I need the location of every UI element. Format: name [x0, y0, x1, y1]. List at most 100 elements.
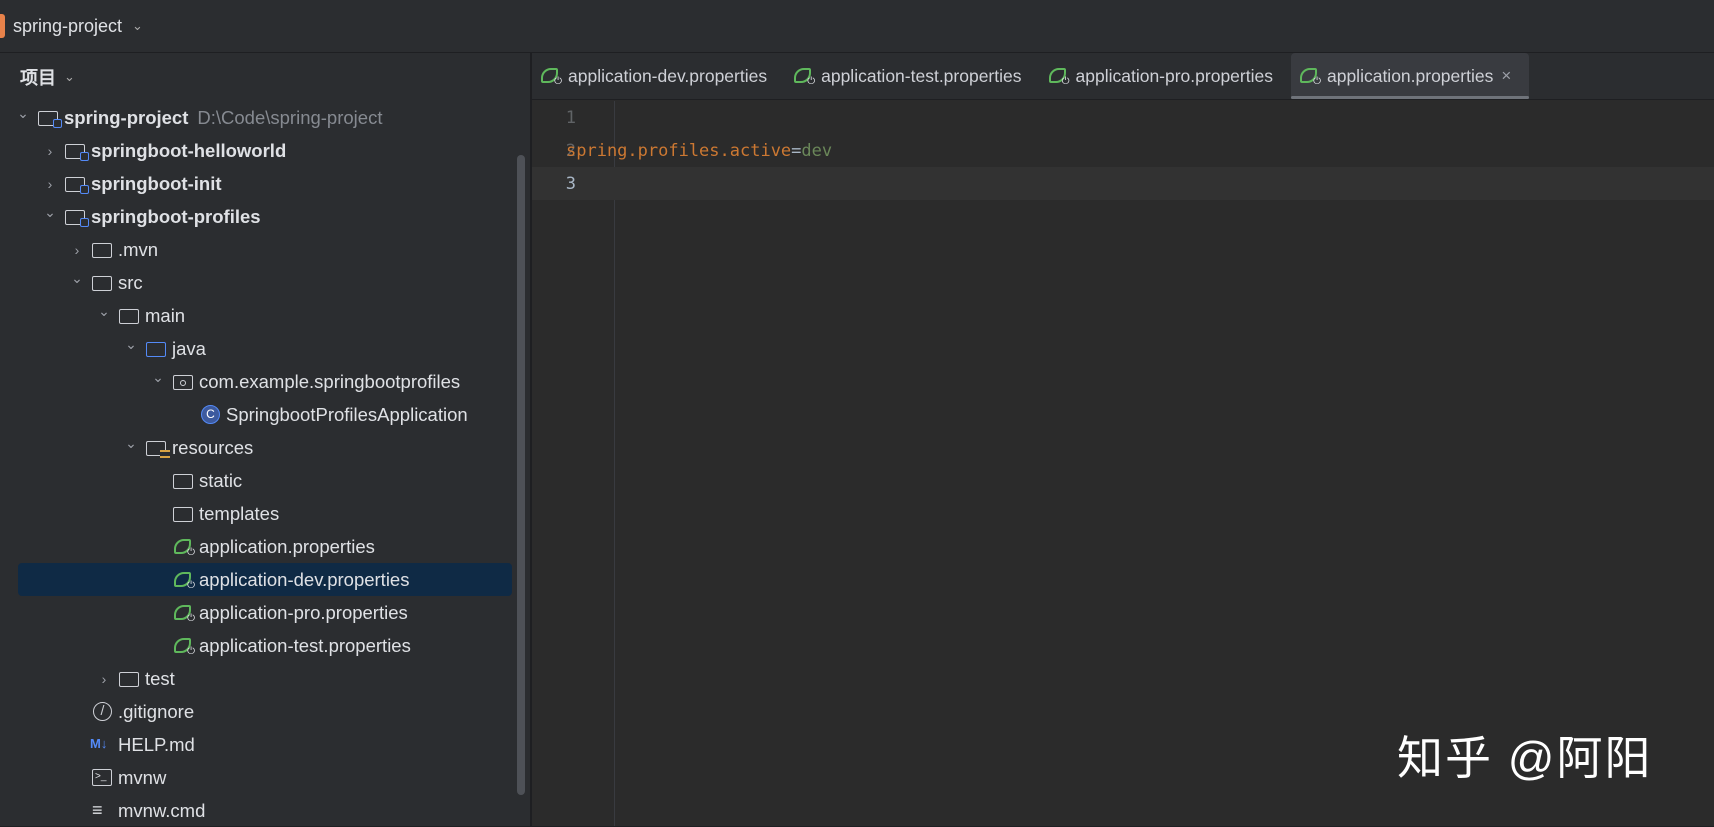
tree-item[interactable]: › test [0, 662, 175, 695]
tree-scrollbar[interactable] [517, 155, 525, 795]
tree-item[interactable]: application-pro.properties [0, 596, 408, 629]
tree-item[interactable]: / .gitignore [0, 695, 194, 728]
tree-item[interactable]: C SpringbootProfilesApplication [0, 398, 468, 431]
chevron-down-icon[interactable]: ⌄ [64, 69, 75, 85]
chevron-down-icon[interactable]: ⌄ [68, 270, 86, 287]
source-folder-icon [146, 339, 168, 359]
chevron-down-icon[interactable]: ⌄ [132, 18, 143, 34]
tree-item[interactable]: >_ mvnw [0, 761, 166, 794]
tree-item-label: application-test.properties [199, 634, 411, 656]
watermark: 知乎 @阿阳 [1397, 732, 1653, 784]
tree-item-label: spring-project [64, 106, 189, 128]
tree-item[interactable]: › .mvn [0, 233, 158, 266]
module-folder-icon [38, 108, 62, 128]
editor-tab[interactable]: application-test.properties [785, 53, 1039, 99]
tree-item[interactable]: templates [0, 497, 279, 530]
markdown-icon: M↓ [90, 735, 108, 751]
spring-class-icon: C [200, 404, 222, 425]
close-icon[interactable]: × [1501, 66, 1511, 86]
tree-item[interactable]: ⌄ spring-project D:\Code\spring-project [0, 101, 382, 134]
spring-properties-icon [173, 636, 195, 657]
folder-icon [173, 471, 195, 491]
folder-icon [173, 504, 195, 524]
project-switcher[interactable]: spring-project [13, 16, 122, 37]
tree-item[interactable]: ⌄ src [0, 266, 143, 299]
code-line[interactable]: 3 [532, 167, 1714, 200]
title-bar: spring-project ⌄ [0, 0, 1714, 53]
tree-item-label: springboot-init [91, 172, 222, 194]
chevron-down-icon[interactable]: ⌄ [41, 204, 59, 221]
tree-item[interactable]: application.properties [0, 530, 375, 563]
chevron-right-icon[interactable]: › [41, 143, 59, 159]
property-key: spring.profiles.active [566, 140, 792, 161]
spring-properties-icon [173, 537, 195, 558]
tree-item-label: application-pro.properties [199, 601, 408, 623]
tab-label: application-pro.properties [1075, 65, 1273, 86]
project-path: D:\Code\spring-project [197, 106, 383, 128]
tab-label: application.properties [1326, 65, 1494, 86]
spring-properties-icon [1048, 66, 1070, 87]
tree-item-label: .mvn [118, 238, 159, 260]
resources-folder-icon [146, 438, 170, 458]
tree-item[interactable]: ≡ mvnw.cmd [0, 794, 205, 827]
line-gutter: 1 2 spring.profiles.active=dev 3 [532, 101, 1714, 826]
line-number: 3 [565, 173, 576, 194]
tree-item[interactable]: ⌄ resources [0, 431, 253, 464]
tree-item-label: java [172, 337, 206, 359]
tree-item-label: src [118, 271, 143, 293]
ignore-file-icon: / [92, 701, 114, 722]
code-line[interactable]: 2 spring.profiles.active=dev [532, 134, 832, 167]
tree-item-label: main [145, 304, 186, 326]
tree-item-label: .gitignore [118, 700, 195, 722]
tree-item[interactable]: M↓ HELP.md [0, 728, 195, 761]
tree-item[interactable]: › springboot-helloworld [0, 134, 286, 167]
package-icon [173, 372, 195, 392]
tree-item[interactable]: ⌄ com.example.springbootprofiles [0, 365, 460, 398]
chevron-down-icon[interactable]: ⌄ [122, 435, 140, 452]
tree-item[interactable]: application-dev.properties [18, 563, 512, 596]
spring-properties-icon [793, 66, 815, 87]
property-value: dev [801, 140, 833, 161]
editor: application-dev.properties application-te… [532, 53, 1714, 826]
chevron-down-icon[interactable]: ⌄ [95, 303, 113, 320]
tree-item[interactable]: ⌄ java [0, 332, 206, 365]
editor-tab[interactable]: application.properties × [1290, 53, 1530, 99]
module-folder-icon [65, 141, 89, 161]
tree-item-label: application.properties [199, 535, 375, 557]
line-number: 1 [565, 107, 576, 128]
chevron-right-icon[interactable]: › [68, 242, 86, 258]
spring-properties-icon [173, 603, 195, 624]
chevron-down-icon[interactable]: ⌄ [122, 336, 140, 353]
project-badge-icon [0, 14, 5, 38]
tree-item[interactable]: ⌄ springboot-profiles [0, 200, 261, 233]
spring-properties-icon [1299, 66, 1321, 87]
project-panel-header[interactable]: 项目 ⌄ [0, 53, 530, 101]
tree-item[interactable]: static [0, 464, 242, 497]
code-line[interactable]: 1 [532, 101, 614, 134]
terminal-file-icon: >_ [92, 768, 114, 788]
chevron-down-icon[interactable]: ⌄ [149, 369, 167, 386]
editor-tab[interactable]: application-pro.properties [1040, 53, 1291, 99]
project-panel: 项目 ⌄ ⌄ spring-project D:\Code\spring-proje… [0, 53, 531, 826]
folder-icon [119, 669, 141, 689]
text-file-icon: ≡ [92, 799, 103, 820]
spring-properties-icon [173, 570, 195, 591]
tab-label: application-dev.properties [568, 65, 768, 86]
tree-item-label: mvnw.cmd [118, 799, 206, 821]
chevron-right-icon[interactable]: › [41, 176, 59, 192]
property-equals: = [791, 140, 802, 161]
tree-item[interactable]: › springboot-init [0, 167, 222, 200]
tree-item-label: HELP.md [118, 733, 195, 755]
tree-item-label: SpringbootProfilesApplication [226, 403, 468, 425]
chevron-down-icon[interactable]: ⌄ [14, 105, 32, 122]
tree-item-label: resources [172, 436, 254, 458]
editor-tab[interactable]: application-dev.properties [532, 53, 785, 99]
tree-item[interactable]: application-test.properties [0, 629, 411, 662]
folder-icon [92, 240, 114, 260]
tree-item-label: static [199, 469, 243, 491]
spring-properties-icon [540, 66, 562, 87]
tree-item[interactable]: ⌄ main [0, 299, 185, 332]
editor-tabs: application-dev.properties application-te… [532, 53, 1714, 100]
code-text: spring.profiles.active=dev [566, 141, 832, 161]
chevron-right-icon[interactable]: › [95, 671, 113, 687]
